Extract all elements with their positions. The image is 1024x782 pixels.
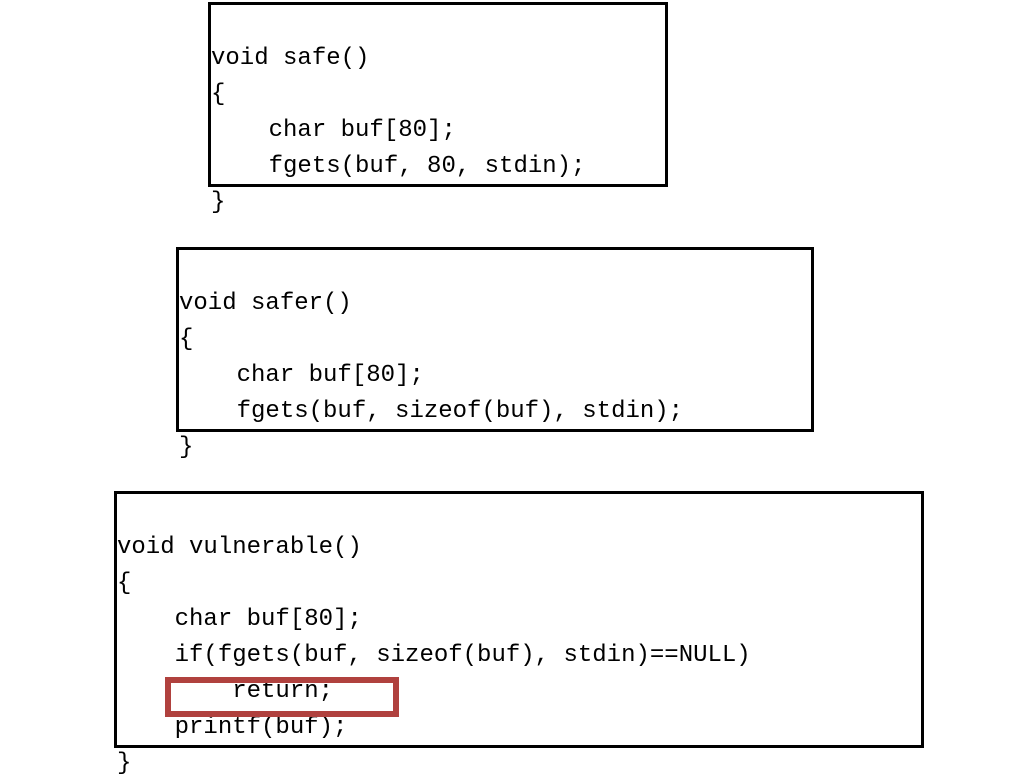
safer-code-box: void safer() { char buf[80]; fgets(buf, … — [176, 247, 814, 432]
code-line: fgets(buf, sizeof(buf), stdin); — [179, 398, 683, 425]
code-line: if(fgets(buf, sizeof(buf), stdin)==NULL) — [117, 642, 751, 669]
code-line: } — [211, 189, 225, 216]
safe-code-box: void safe() { char buf[80]; fgets(buf, 8… — [208, 2, 668, 187]
code-line: { — [117, 570, 131, 597]
vulnerability-highlight — [165, 677, 399, 717]
code-line: char buf[80]; — [117, 606, 362, 633]
code-line: { — [211, 81, 225, 108]
code-line: char buf[80]; — [179, 362, 424, 389]
code-line: fgets(buf, 80, stdin); — [211, 153, 585, 180]
code-line: void safe() — [211, 45, 369, 72]
code-line: printf(buf); — [117, 714, 347, 741]
code-line: { — [179, 326, 193, 353]
code-line: } — [117, 750, 131, 777]
code-line: void safer() — [179, 290, 352, 317]
code-line: char buf[80]; — [211, 117, 456, 144]
code-line: } — [179, 434, 193, 461]
code-line: void vulnerable() — [117, 534, 362, 561]
